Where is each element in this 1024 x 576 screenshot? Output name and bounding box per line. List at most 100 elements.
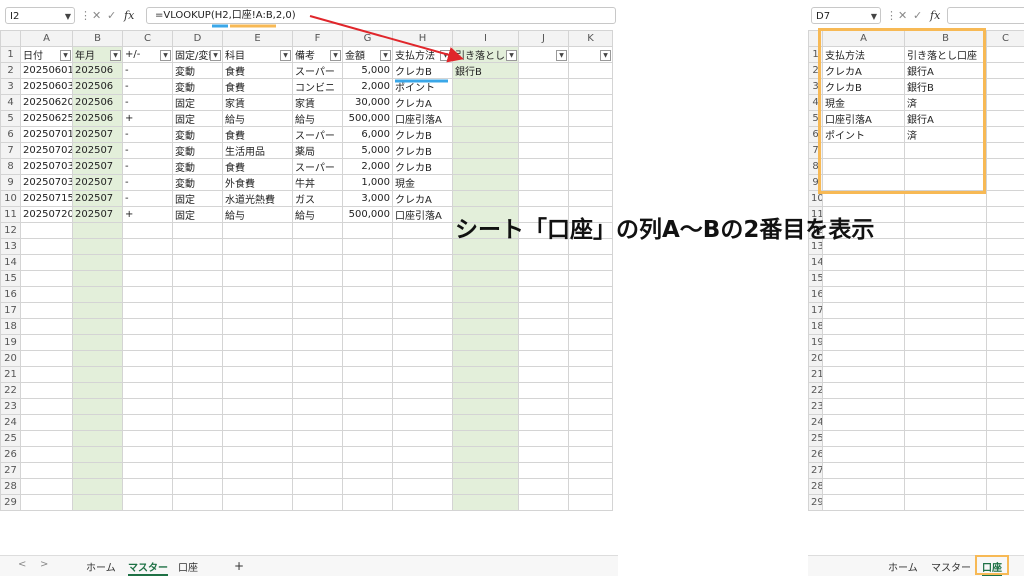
cell[interactable]: 薬局 (292, 142, 343, 159)
cell[interactable] (986, 286, 1024, 303)
cell[interactable]: ガス (292, 190, 343, 207)
cell[interactable] (568, 78, 613, 95)
cell[interactable] (518, 110, 569, 127)
cell[interactable] (986, 302, 1024, 319)
cell[interactable] (20, 334, 73, 351)
cell[interactable] (222, 254, 293, 271)
cell[interactable] (904, 446, 987, 463)
cell[interactable] (172, 494, 223, 511)
cell[interactable] (822, 462, 905, 479)
row-header[interactable]: 9 (0, 174, 21, 191)
cell[interactable] (342, 414, 393, 431)
column-header[interactable]: J (518, 30, 569, 47)
cell[interactable] (122, 318, 173, 335)
cell[interactable] (342, 318, 393, 335)
cell[interactable]: 食費 (222, 126, 293, 143)
cell[interactable] (342, 446, 393, 463)
cell[interactable] (222, 318, 293, 335)
cell[interactable]: 現金 (392, 174, 453, 191)
row-header[interactable]: 23 (808, 398, 823, 415)
cell[interactable] (222, 286, 293, 303)
tab-master-right[interactable]: マスター (931, 559, 971, 574)
row-header[interactable]: 21 (0, 366, 21, 383)
cell[interactable] (172, 254, 223, 271)
cell[interactable]: スーパー (292, 158, 343, 175)
cell[interactable] (222, 462, 293, 479)
row-header[interactable]: 23 (0, 398, 21, 415)
cell[interactable]: 202506 (72, 94, 123, 111)
cell[interactable]: 202506 (72, 62, 123, 79)
cell[interactable] (904, 206, 987, 223)
cell[interactable] (292, 494, 343, 511)
cell[interactable] (904, 462, 987, 479)
cell[interactable] (122, 270, 173, 287)
cell[interactable] (342, 478, 393, 495)
cell[interactable] (222, 302, 293, 319)
cell[interactable] (986, 238, 1024, 255)
cell[interactable] (986, 270, 1024, 287)
row-header[interactable]: 18 (808, 318, 823, 335)
cell[interactable] (452, 270, 519, 287)
row-header[interactable]: 14 (0, 254, 21, 271)
cell[interactable] (822, 382, 905, 399)
cell[interactable]: 固定 (172, 190, 223, 207)
cell[interactable] (822, 350, 905, 367)
cell[interactable] (342, 382, 393, 399)
cell[interactable] (822, 158, 905, 175)
cell[interactable] (904, 190, 987, 207)
cell[interactable] (122, 398, 173, 415)
cell[interactable]: 支払方法 (822, 46, 905, 63)
cell[interactable]: 食費 (222, 158, 293, 175)
cell[interactable] (986, 494, 1024, 511)
cell[interactable] (518, 286, 569, 303)
name-box-right[interactable]: D7 ▼ (811, 7, 881, 24)
cell[interactable]: - (122, 174, 173, 191)
cell[interactable] (222, 350, 293, 367)
cell[interactable] (72, 398, 123, 415)
cell[interactable] (72, 430, 123, 447)
cell[interactable] (822, 174, 905, 191)
cell[interactable] (122, 430, 173, 447)
row-header[interactable]: 29 (0, 494, 21, 511)
cell[interactable] (986, 62, 1024, 79)
cell[interactable] (904, 350, 987, 367)
cell[interactable] (292, 414, 343, 431)
cell[interactable]: 銀行B (904, 78, 987, 95)
cell[interactable] (904, 142, 987, 159)
cell[interactable] (20, 302, 73, 319)
fx-icon[interactable]: fx (124, 7, 134, 24)
row-header[interactable]: 29 (808, 494, 823, 511)
cell[interactable] (72, 238, 123, 255)
cell[interactable] (518, 190, 569, 207)
cell[interactable] (452, 78, 519, 95)
row-header[interactable]: 17 (0, 302, 21, 319)
cell[interactable] (72, 414, 123, 431)
cell[interactable] (452, 190, 519, 207)
cell[interactable]: クレカB (392, 62, 453, 79)
cell[interactable]: - (122, 62, 173, 79)
cell[interactable] (292, 286, 343, 303)
cell[interactable] (568, 110, 613, 127)
cell[interactable] (392, 382, 453, 399)
cell[interactable] (20, 494, 73, 511)
cell[interactable]: 現金 (822, 94, 905, 111)
cell[interactable] (518, 78, 569, 95)
cell[interactable] (392, 414, 453, 431)
confirm-icon[interactable]: ✓ (913, 7, 922, 24)
cell[interactable] (292, 222, 343, 239)
cell[interactable] (292, 238, 343, 255)
row-header[interactable]: 8 (0, 158, 21, 175)
row-header[interactable]: 24 (808, 414, 823, 431)
row-header[interactable]: 26 (808, 446, 823, 463)
cell[interactable] (222, 382, 293, 399)
cell[interactable] (568, 366, 613, 383)
tab-account[interactable]: 口座 (178, 559, 198, 574)
cell[interactable] (822, 270, 905, 287)
filter-dropdown-icon[interactable]: ▼ (506, 50, 517, 61)
cell[interactable] (452, 254, 519, 271)
cell[interactable] (568, 94, 613, 111)
cell[interactable]: 日付 ▼ (20, 46, 73, 63)
select-all-corner[interactable] (0, 30, 21, 47)
row-header[interactable]: 7 (808, 142, 823, 159)
cancel-icon[interactable]: ✕ (898, 7, 907, 24)
